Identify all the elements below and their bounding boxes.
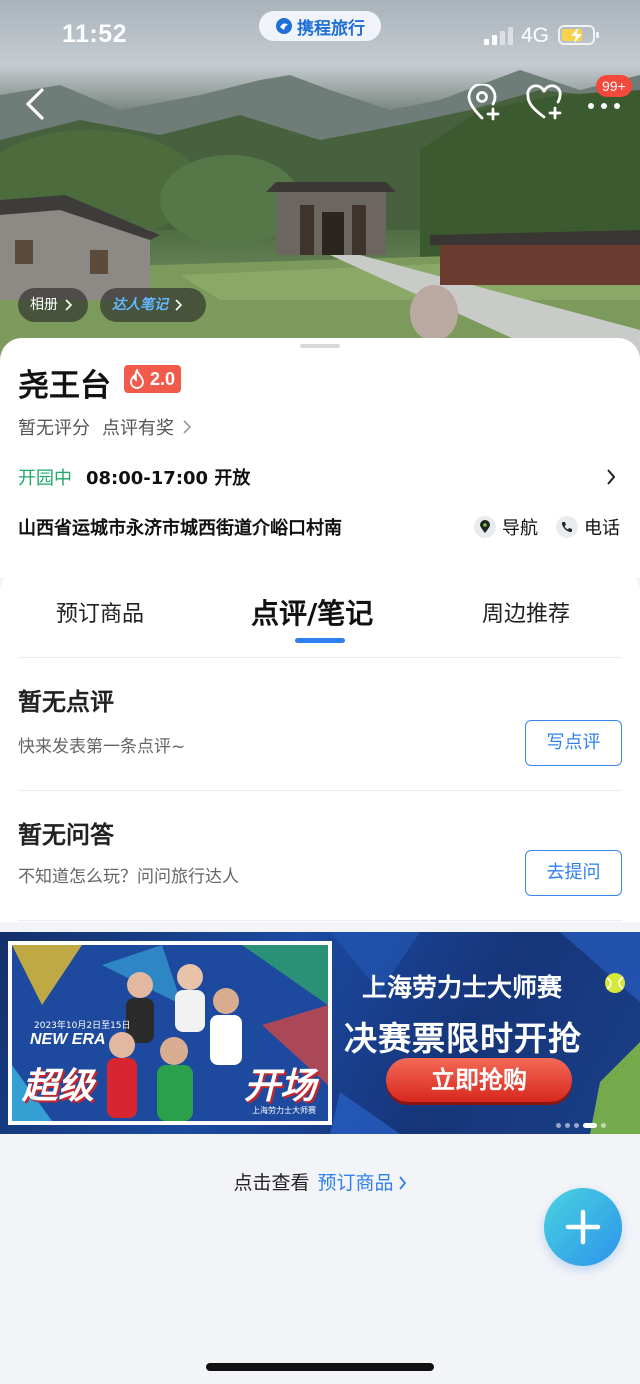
tab-reviews-notes[interactable]: 点评/笔记 bbox=[251, 592, 373, 632]
active-tab-indicator bbox=[295, 638, 345, 643]
chevron-right-icon bbox=[607, 469, 616, 485]
home-indicator[interactable] bbox=[206, 1363, 434, 1371]
hero-photo[interactable]: 11:52 携程旅行 4G 99+ 相册 达人笔记 bbox=[0, 0, 640, 360]
tennis-ball-icon bbox=[605, 973, 625, 993]
rating-text: 暂无评分 bbox=[18, 418, 90, 439]
drag-handle[interactable] bbox=[300, 344, 340, 348]
opening-hours-row[interactable]: 开园中 08:00-17:00 开放 bbox=[18, 465, 622, 489]
expert-notes-button[interactable]: 达人笔记 bbox=[100, 288, 206, 322]
location-add-icon[interactable] bbox=[466, 84, 502, 122]
chevron-right-icon bbox=[398, 1176, 406, 1190]
carousel-dot bbox=[556, 1123, 561, 1128]
carousel-dot-active bbox=[583, 1123, 597, 1128]
brand-pill: 携程旅行 bbox=[259, 11, 381, 41]
attraction-title: 尧王台 bbox=[18, 368, 111, 404]
review-reward-link[interactable]: 点评有奖 bbox=[102, 414, 174, 440]
heat-score: 2.0 bbox=[150, 368, 176, 389]
status-bar: 11:52 携程旅行 4G bbox=[0, 0, 640, 72]
qa-empty-title: 暂无问答 bbox=[18, 821, 114, 849]
content-tabs-card: 预订商品 点评/笔记 周边推荐 暂无点评 快来发表第一条点评~ 写点评 暂无问答… bbox=[0, 570, 640, 922]
chevron-right-icon bbox=[175, 299, 182, 311]
battery-charging-icon bbox=[558, 25, 599, 45]
phone-button[interactable]: 电话 bbox=[556, 514, 620, 540]
carousel-dots bbox=[556, 1123, 606, 1128]
phone-icon bbox=[556, 516, 578, 538]
navigation-button[interactable]: 导航 bbox=[474, 514, 538, 540]
plus-icon bbox=[565, 1209, 601, 1245]
reviews-empty-subtitle: 快来发表第一条点评~ bbox=[18, 737, 186, 757]
write-review-button[interactable]: 写点评 bbox=[525, 720, 622, 766]
banner-tagline: 决赛票限时开抢 bbox=[344, 1019, 582, 1058]
carousel-dot bbox=[601, 1123, 606, 1128]
status-time: 11:52 bbox=[62, 20, 128, 48]
banner-buy-button[interactable]: 立即抢购 bbox=[386, 1058, 572, 1102]
banner-big-right: 开场 bbox=[244, 1066, 317, 1107]
ask-question-button[interactable]: 去提问 bbox=[525, 850, 622, 896]
notification-badge: 99+ bbox=[596, 75, 632, 97]
phone-label: 电话 bbox=[584, 518, 620, 539]
reviews-empty-title: 暂无点评 bbox=[18, 688, 114, 716]
favorite-add-icon[interactable] bbox=[525, 84, 563, 122]
divider bbox=[18, 790, 622, 791]
promo-banner[interactable]: 2023年10月2日至15日 NEW ERA 超级 开场 上海劳力士大师赛 上海… bbox=[0, 932, 640, 1134]
banner-big-left: 超级 bbox=[22, 1066, 95, 1107]
ctrip-logo-icon bbox=[276, 18, 292, 34]
chevron-right-icon bbox=[65, 299, 72, 311]
banner-date: 2023年10月2日至15日 bbox=[34, 1021, 131, 1031]
heat-badge: 2.0 bbox=[124, 365, 182, 393]
view-booking-link[interactable]: 点击查看 预订商品 bbox=[0, 1168, 640, 1195]
divider bbox=[18, 920, 622, 921]
attraction-info-card: 尧王台 2.0 暂无评分 点评有奖 开园中 08:00-17:00 开放 山西省… bbox=[0, 338, 640, 578]
banner-player-image: 2023年10月2日至15日 NEW ERA 超级 开场 上海劳力士大师赛 bbox=[8, 941, 332, 1125]
flame-icon bbox=[130, 369, 144, 389]
brand-name: 携程旅行 bbox=[297, 18, 365, 39]
footer-target[interactable]: 预订商品 bbox=[318, 1172, 394, 1194]
expert-notes-label: 达人笔记 bbox=[112, 297, 168, 313]
banner-small-brand: 上海劳力士大师赛 bbox=[252, 1106, 316, 1115]
banner-era-text: NEW ERA bbox=[30, 1031, 106, 1048]
tab-booking[interactable]: 预订商品 bbox=[56, 596, 144, 628]
divider bbox=[18, 657, 622, 658]
tab-nearby[interactable]: 周边推荐 bbox=[482, 596, 570, 628]
add-post-button[interactable] bbox=[544, 1188, 622, 1266]
banner-headline: 上海劳力士大师赛 bbox=[362, 973, 563, 1002]
network-type: 4G bbox=[521, 24, 550, 47]
carousel-dot bbox=[574, 1123, 579, 1128]
cellular-signal-icon bbox=[484, 27, 513, 45]
carousel-dot bbox=[565, 1123, 570, 1128]
open-status: 开园中 bbox=[18, 468, 72, 489]
album-button[interactable]: 相册 bbox=[18, 288, 88, 322]
album-label: 相册 bbox=[30, 297, 58, 313]
address-row: 山西省运城市永济市城西街道介峪口村南 导航 电话 bbox=[18, 514, 622, 540]
chevron-right-icon bbox=[183, 420, 192, 434]
opening-hours: 08:00-17:00 开放 bbox=[86, 468, 251, 489]
back-icon[interactable] bbox=[22, 86, 50, 122]
address-text: 山西省运城市永济市城西街道介峪口村南 bbox=[18, 518, 342, 539]
footer-prefix: 点击查看 bbox=[233, 1172, 310, 1194]
rating-row[interactable]: 暂无评分 点评有奖 bbox=[18, 414, 192, 440]
navigation-label: 导航 bbox=[502, 518, 538, 539]
location-pin-icon bbox=[474, 516, 496, 538]
qa-empty-subtitle: 不知道怎么玩？问问旅行达人 bbox=[18, 867, 239, 887]
